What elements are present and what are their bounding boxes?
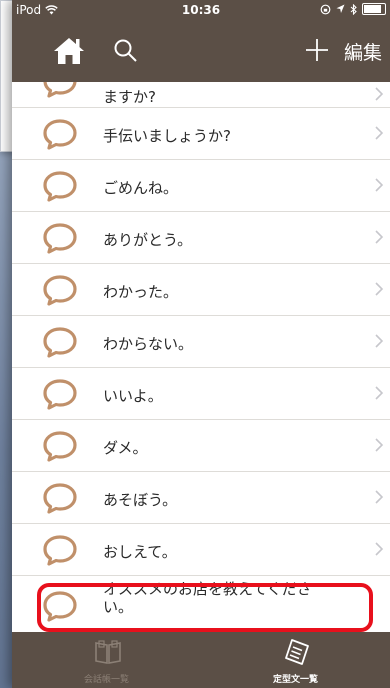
search-icon[interactable] xyxy=(112,37,140,65)
chevron-right-icon xyxy=(375,438,384,452)
lock-rotation-icon xyxy=(320,4,331,14)
tab-conversation-list[interactable]: 会話帳一覧 xyxy=(12,632,201,688)
list-item[interactable]: いいよ。 xyxy=(12,368,390,420)
add-icon[interactable] xyxy=(304,36,330,64)
list-item[interactable]: わからない。 xyxy=(12,316,390,368)
tab-phrase-list[interactable]: 定型文一覧 xyxy=(201,632,390,688)
edit-button[interactable]: 編集 xyxy=(344,38,382,65)
list-item-label: おしえて。 xyxy=(103,543,177,561)
speech-bubble-icon xyxy=(43,327,77,358)
chevron-right-icon xyxy=(375,87,384,101)
speech-bubble-icon xyxy=(43,171,77,202)
speech-bubble-icon xyxy=(43,275,77,306)
list-item-label: ますか? xyxy=(103,88,156,106)
list-item-label: あそぼう。 xyxy=(103,491,178,509)
chevron-right-icon xyxy=(375,334,384,348)
highlight-outline xyxy=(37,583,373,632)
list-item[interactable]: ますか? xyxy=(12,82,390,108)
list-item[interactable]: おしえて。 xyxy=(12,524,390,576)
speech-bubble-icon xyxy=(43,223,77,254)
chevron-right-icon xyxy=(375,178,384,192)
chevron-right-icon xyxy=(375,230,384,244)
list-item[interactable]: ごめんね。 xyxy=(12,160,390,212)
home-icon[interactable] xyxy=(52,36,86,66)
list-item-label: わかった。 xyxy=(103,283,179,301)
speech-bubble-icon xyxy=(43,431,77,462)
chevron-right-icon xyxy=(375,386,384,400)
list-item[interactable]: ありがとう。 xyxy=(12,212,390,264)
list-item[interactable]: 手伝いましょうか? xyxy=(12,108,390,160)
navigation-bar: 編集 xyxy=(12,20,390,82)
tab-label: 会話帳一覧 xyxy=(83,675,129,685)
list-item-label: 手伝いましょうか? xyxy=(103,127,231,145)
speech-bubble-icon xyxy=(43,119,77,150)
phrase-list: ますか? 手伝いましょうか? ごめんね。 ありがとう。 わかった。 わからない。… xyxy=(12,82,390,632)
list-item[interactable]: あそぼう。 xyxy=(12,472,390,524)
tab-label: 定型文一覧 xyxy=(272,675,318,685)
list-item-label: ダメ。 xyxy=(103,439,148,457)
battery-icon xyxy=(362,3,386,15)
tab-bar: 会話帳一覧 定型文一覧 xyxy=(12,632,390,688)
chevron-right-icon xyxy=(375,542,384,556)
list-item-label: いいよ。 xyxy=(103,387,163,405)
notebook-icon xyxy=(285,639,309,665)
list-item[interactable]: ダメ。 xyxy=(12,420,390,472)
phone-screen: iPod 10:36 編集 ますか? 手伝いましょうか? ごめんね。 ありがとう… xyxy=(12,0,390,688)
location-icon xyxy=(336,4,345,13)
list-item-label: わからない。 xyxy=(103,335,194,353)
status-bar: iPod 10:36 xyxy=(12,0,390,20)
speech-bubble-icon xyxy=(43,483,77,514)
bluetooth-icon xyxy=(350,3,357,15)
list-item-label: ごめんね。 xyxy=(103,179,179,197)
list-item[interactable]: わかった。 xyxy=(12,264,390,316)
chevron-right-icon xyxy=(375,282,384,296)
list-item-label: ありがとう。 xyxy=(103,231,193,249)
speech-bubble-icon xyxy=(43,535,77,566)
chevron-right-icon xyxy=(375,490,384,504)
chevron-right-icon xyxy=(375,126,384,140)
speech-bubble-icon xyxy=(43,82,77,98)
speech-bubble-icon xyxy=(43,379,77,410)
book-icon xyxy=(95,640,121,664)
